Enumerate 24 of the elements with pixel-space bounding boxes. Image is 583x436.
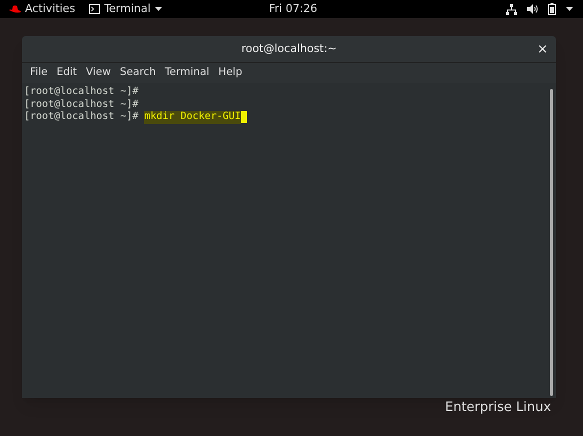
close-button[interactable]: × xyxy=(537,42,548,56)
network-icon[interactable] xyxy=(506,4,517,14)
caret-icon xyxy=(154,7,162,11)
command-text: mkdir Docker-GUI xyxy=(144,111,241,124)
clock[interactable]: Fri 07:26 xyxy=(269,0,318,18)
scrollbar[interactable] xyxy=(550,89,553,396)
menu-item[interactable]: View xyxy=(82,65,115,81)
menu-item[interactable]: Terminal xyxy=(160,65,214,81)
menu-item[interactable]: Edit xyxy=(52,65,81,81)
caret-icon[interactable] xyxy=(566,7,573,11)
hat-icon xyxy=(8,4,22,14)
window-title: root@localhost:~ xyxy=(241,40,337,57)
menu-item[interactable]: File xyxy=(26,65,52,81)
app-menu[interactable]: Terminal xyxy=(89,0,162,18)
prompt: [root@localhost ~]# xyxy=(24,86,138,98)
menu-item[interactable]: Search xyxy=(116,65,160,81)
menu-item[interactable]: Help xyxy=(214,65,246,81)
prompt: [root@localhost ~]# xyxy=(24,111,138,124)
brand-text: Enterprise Linux xyxy=(445,399,552,417)
volume-icon[interactable] xyxy=(527,4,538,14)
battery-icon[interactable] xyxy=(548,3,556,15)
terminal-icon xyxy=(89,4,100,14)
prompt: [root@localhost ~]# xyxy=(24,98,138,111)
activities-button[interactable]: Activities xyxy=(25,0,76,18)
